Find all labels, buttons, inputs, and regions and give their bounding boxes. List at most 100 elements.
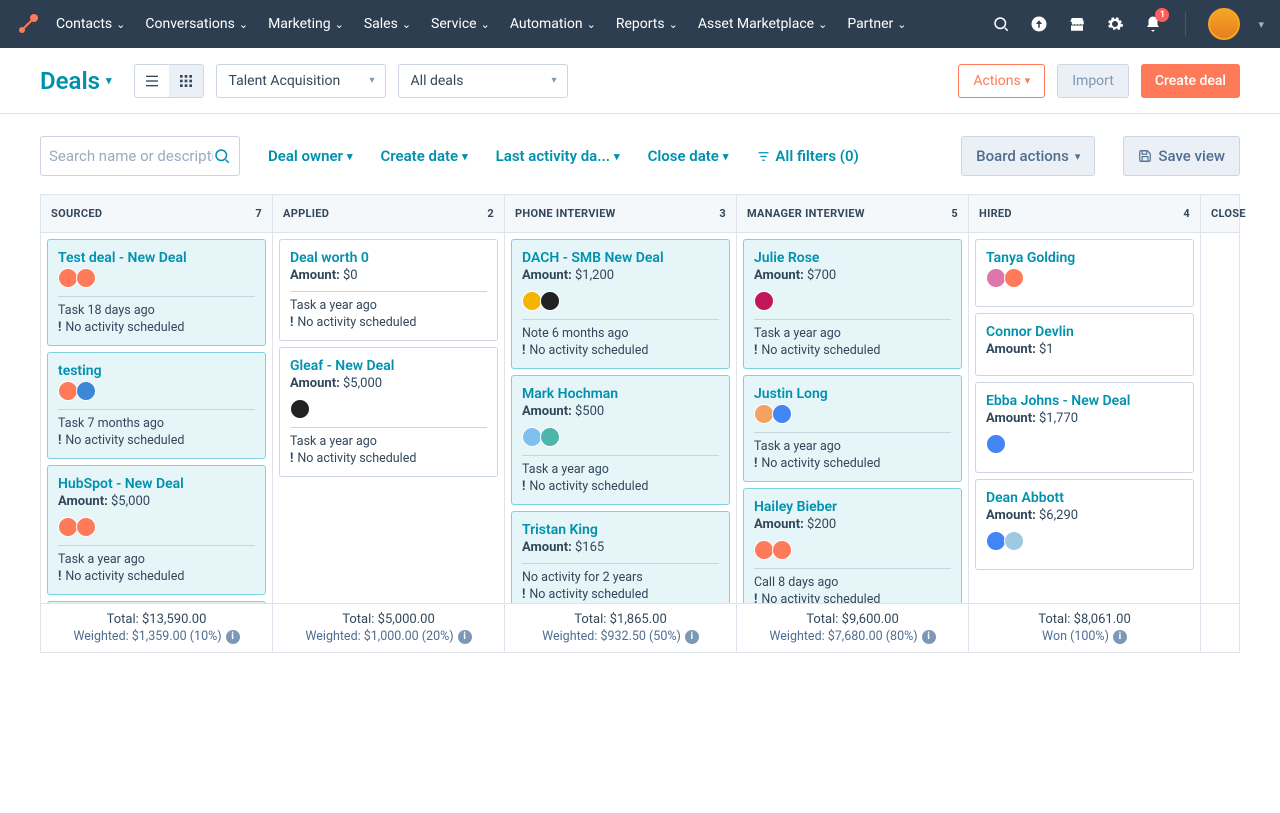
associated-record-chip[interactable]	[986, 531, 1006, 551]
import-button[interactable]: Import	[1057, 64, 1129, 98]
info-icon[interactable]: i	[1113, 630, 1127, 644]
associated-record-chip[interactable]	[522, 291, 542, 311]
associated-record-chip[interactable]	[290, 399, 310, 419]
notifications-icon[interactable]	[1143, 14, 1163, 34]
nav-item-partner[interactable]: Partner ⌄	[847, 16, 906, 32]
board-view-button[interactable]	[169, 65, 203, 97]
nav-item-automation[interactable]: Automation ⌄	[510, 16, 596, 32]
list-view-button[interactable]	[135, 65, 169, 97]
chevron-down-icon: ⌄	[116, 18, 125, 31]
info-icon[interactable]: i	[685, 630, 699, 644]
filter-deal-owner[interactable]: Deal owner▾	[268, 147, 352, 165]
associated-record-chip[interactable]	[772, 540, 792, 560]
associated-record-chip[interactable]	[986, 268, 1006, 288]
deal-card[interactable]: Deal worth 0 Amount: $0Task a year ago! …	[279, 239, 498, 341]
card-meta: Task a year ago! No activity scheduled	[754, 439, 951, 471]
card-title[interactable]: DACH - SMB New Deal	[522, 250, 719, 266]
associated-record-chip[interactable]	[76, 381, 96, 401]
save-view-button[interactable]: Save view	[1123, 136, 1240, 176]
info-icon[interactable]: i	[922, 630, 936, 644]
search-icon[interactable]	[991, 14, 1011, 34]
associated-record-chip[interactable]	[772, 404, 792, 424]
filter-last-activity[interactable]: Last activity da...▾	[496, 147, 620, 165]
nav-item-contacts[interactable]: Contacts ⌄	[56, 16, 125, 32]
deal-card[interactable]: Test deal - New Deal Task 18 days ago! N…	[47, 239, 266, 346]
associated-record-chip[interactable]	[58, 381, 78, 401]
card-title[interactable]: testing	[58, 363, 255, 379]
search-input[interactable]	[40, 136, 240, 176]
card-title[interactable]: Ebba Johns - New Deal	[986, 393, 1183, 409]
associated-record-chip[interactable]	[58, 517, 78, 537]
deal-card[interactable]: Tristan King Amount: $165No activity for…	[511, 511, 730, 603]
associated-record-chip[interactable]	[754, 404, 774, 424]
deal-card[interactable]: Hailey Bieber Amount: $200Call 8 days ag…	[743, 488, 962, 603]
view-select[interactable]: All deals	[398, 64, 568, 98]
associated-record-chip[interactable]	[540, 427, 560, 447]
all-filters-button[interactable]: All filters (0)	[756, 147, 858, 165]
card-amount: Amount: $6,290	[986, 508, 1183, 523]
deal-card[interactable]: Mark Hochman Amount: $500Task a year ago…	[511, 375, 730, 505]
deal-card[interactable]: Dean Abbott Amount: $6,290	[975, 479, 1194, 570]
associated-record-chip[interactable]	[1004, 531, 1024, 551]
deal-card[interactable]: Justin Long Task a year ago! No activity…	[743, 375, 962, 482]
board-actions-button[interactable]: Board actions▾	[961, 136, 1095, 176]
column-footer: Total: $8,061.00 Won (100%) i	[969, 603, 1200, 652]
associated-record-chip[interactable]	[76, 268, 96, 288]
nav-item-marketing[interactable]: Marketing ⌄	[268, 16, 344, 32]
object-header: Deals▾ Talent Acquisition All deals Acti…	[0, 48, 1280, 114]
settings-icon[interactable]	[1105, 14, 1125, 34]
deal-card[interactable]: Tanya Golding	[975, 239, 1194, 307]
card-amount: Amount: $5,000	[290, 376, 487, 391]
user-avatar[interactable]	[1208, 8, 1240, 40]
card-title[interactable]: Julie Rose	[754, 250, 951, 266]
upgrade-icon[interactable]	[1029, 14, 1049, 34]
card-title[interactable]: Tanya Golding	[986, 250, 1183, 266]
chevron-down-icon[interactable]: ▾	[1258, 18, 1264, 31]
deal-card[interactable]: HubSpot - New Deal Amount: $5,000Task a …	[47, 465, 266, 595]
deal-card[interactable]: Ebba Johns - New Deal Amount: $1,770	[975, 382, 1194, 473]
pipeline-column: APPLIED2 Deal worth 0 Amount: $0Task a y…	[272, 194, 504, 653]
actions-button[interactable]: Actions▾	[958, 64, 1045, 98]
pipeline-select[interactable]: Talent Acquisition	[216, 64, 386, 98]
associated-record-chip[interactable]	[58, 268, 78, 288]
associated-record-chip[interactable]	[1004, 268, 1024, 288]
object-switcher[interactable]: Deals▾	[40, 67, 112, 95]
deal-card[interactable]: Gleaf - New Deal Amount: $5,000Task a ye…	[279, 347, 498, 477]
associated-record-chip[interactable]	[540, 291, 560, 311]
card-title[interactable]: Gleaf - New Deal	[290, 358, 487, 374]
nav-item-service[interactable]: Service ⌄	[431, 16, 490, 32]
filter-create-date[interactable]: Create date▾	[380, 147, 467, 165]
card-title[interactable]: Deal worth 0	[290, 250, 487, 266]
associated-record-chip[interactable]	[754, 540, 774, 560]
column-footer: Total: $9,600.00 Weighted: $7,680.00 (80…	[737, 603, 968, 652]
card-title[interactable]: Dean Abbott	[986, 490, 1183, 506]
card-title[interactable]: Tristan King	[522, 522, 719, 538]
info-icon[interactable]: i	[226, 630, 240, 644]
deal-card[interactable]: Julie Rose Amount: $700Task a year ago! …	[743, 239, 962, 369]
card-title[interactable]: Hailey Bieber	[754, 499, 951, 515]
filter-close-date[interactable]: Close date▾	[648, 147, 729, 165]
card-meta: Note 6 months ago! No activity scheduled	[522, 326, 719, 358]
card-meta: Task a year ago! No activity scheduled	[58, 552, 255, 584]
card-title[interactable]: Justin Long	[754, 386, 951, 402]
nav-item-reports[interactable]: Reports ⌄	[616, 16, 678, 32]
nav-item-asset-marketplace[interactable]: Asset Marketplace ⌄	[698, 16, 827, 32]
info-icon[interactable]: i	[458, 630, 472, 644]
deal-card[interactable]: DACH - SMB New Deal Amount: $1,200Note 6…	[511, 239, 730, 369]
card-title[interactable]: Mark Hochman	[522, 386, 719, 402]
nav-item-conversations[interactable]: Conversations ⌄	[145, 16, 248, 32]
card-title[interactable]: HubSpot - New Deal	[58, 476, 255, 492]
associated-record-chip[interactable]	[522, 427, 542, 447]
associated-record-chip[interactable]	[76, 517, 96, 537]
nav-item-sales[interactable]: Sales ⌄	[364, 16, 411, 32]
deal-card[interactable]: testing Task 7 months ago! No activity s…	[47, 352, 266, 459]
deal-card[interactable]: Connor Devlin Amount: $1	[975, 313, 1194, 376]
marketplace-icon[interactable]	[1067, 14, 1087, 34]
create-deal-button[interactable]: Create deal	[1141, 64, 1240, 98]
card-amount: Amount: $200	[754, 517, 951, 532]
associated-record-chip[interactable]	[986, 434, 1006, 454]
card-title[interactable]: Test deal - New Deal	[58, 250, 255, 266]
card-title[interactable]: Connor Devlin	[986, 324, 1183, 340]
associated-record-chip[interactable]	[754, 291, 774, 311]
column-footer: Total: $5,000.00 Weighted: $1,000.00 (20…	[273, 603, 504, 652]
